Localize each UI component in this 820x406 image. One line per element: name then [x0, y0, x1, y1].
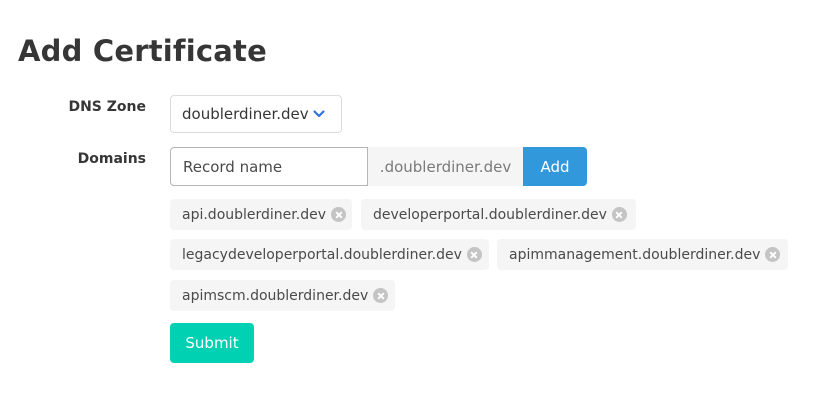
add-button[interactable]: Add: [523, 147, 587, 186]
domain-tag: api.doublerdiner.dev: [170, 199, 352, 230]
dns-zone-selected-value: doublerdiner.dev: [182, 105, 309, 123]
delete-icon[interactable]: [373, 288, 389, 303]
dns-zone-select[interactable]: doublerdiner.dev: [170, 95, 342, 133]
chevron-down-icon: [313, 110, 325, 118]
delete-icon[interactable]: [611, 207, 627, 222]
record-name-input[interactable]: [170, 147, 368, 186]
domain-tag: apimscm.doublerdiner.dev: [170, 280, 395, 311]
delete-icon[interactable]: [331, 207, 346, 222]
domain-tag: apimmanagement.doublerdiner.dev: [497, 239, 788, 270]
domain-tag: developerportal.doublerdiner.dev: [361, 199, 636, 230]
page-title: Add Certificate: [18, 34, 267, 68]
domains-label: Domains: [77, 151, 146, 167]
domain-tag-label: apimscm.doublerdiner.dev: [182, 287, 369, 304]
domain-tag-label: legacydeveloperportal.doublerdiner.dev: [182, 246, 462, 263]
domain-tag-label: api.doublerdiner.dev: [182, 206, 326, 223]
delete-icon[interactable]: [765, 247, 781, 262]
domain-tag-label: developerportal.doublerdiner.dev: [373, 206, 607, 223]
delete-icon[interactable]: [466, 247, 482, 262]
domain-tag: legacydeveloperportal.doublerdiner.dev: [170, 239, 489, 270]
dns-zone-label: DNS Zone: [68, 99, 146, 115]
domain-suffix: .doublerdiner.dev: [368, 147, 523, 186]
domain-tag-label: apimmanagement.doublerdiner.dev: [509, 246, 761, 263]
submit-button[interactable]: Submit: [170, 323, 254, 363]
